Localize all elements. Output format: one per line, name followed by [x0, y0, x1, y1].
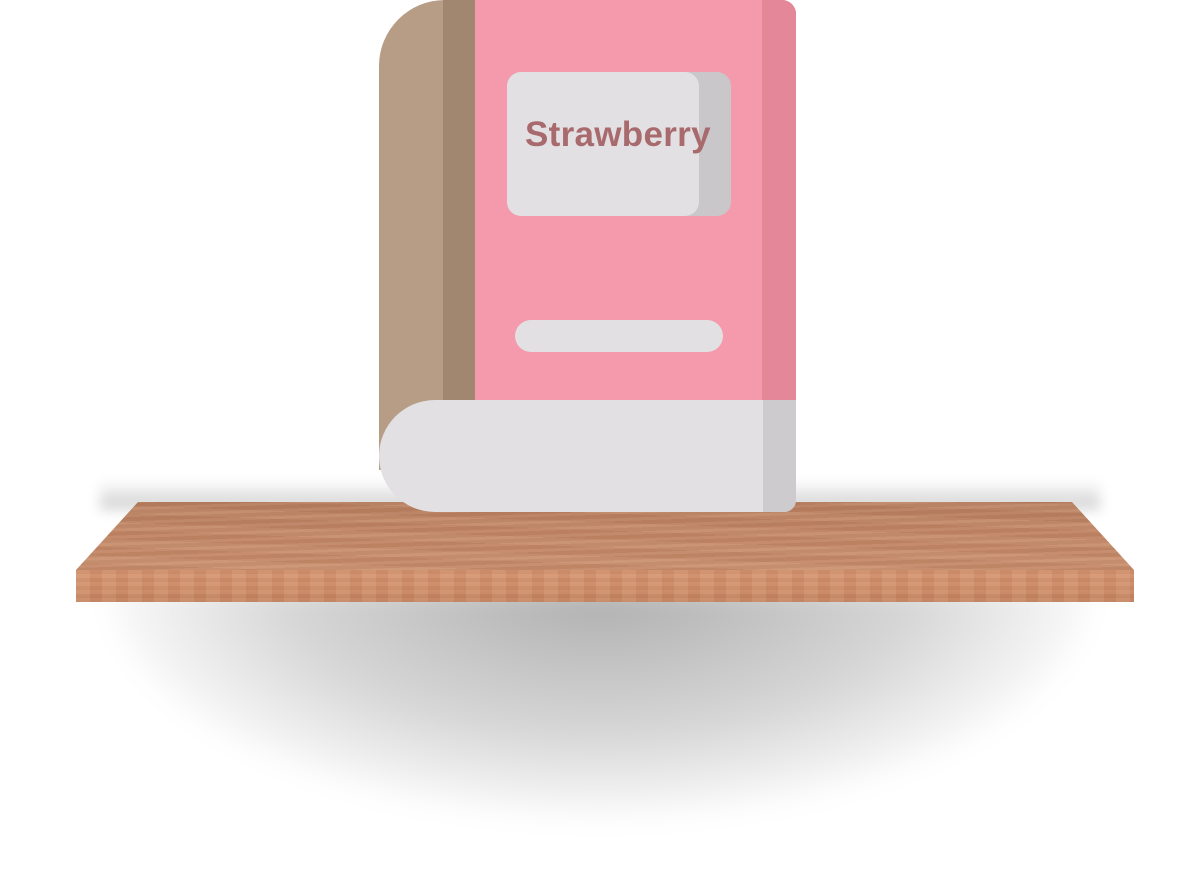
shelf-top-surface	[76, 502, 1134, 570]
book-pages	[379, 400, 796, 512]
shelf-front-edge	[76, 570, 1134, 602]
book-decorative-bar	[515, 320, 723, 352]
book[interactable]: Strawberry	[379, 0, 796, 512]
wooden-shelf	[76, 502, 1134, 602]
scene: Strawberry	[0, 0, 1200, 881]
book-title: Strawberry	[525, 115, 711, 154]
book-pages-edge	[763, 400, 796, 512]
shelf-shadow	[110, 585, 1090, 815]
